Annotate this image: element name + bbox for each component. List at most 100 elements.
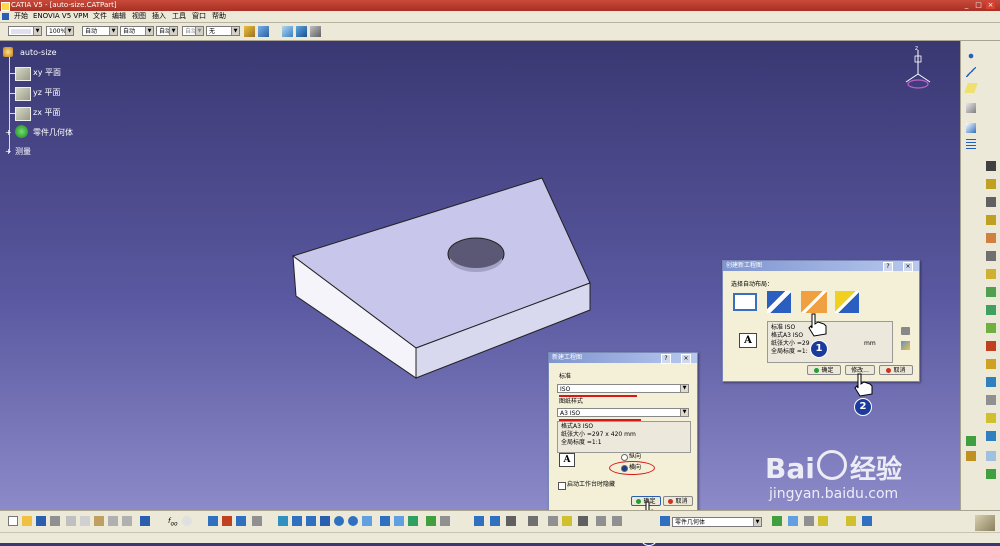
plane-icon[interactable] bbox=[296, 26, 307, 37]
help-button[interactable]: ? bbox=[883, 262, 893, 272]
comment-icon[interactable] bbox=[182, 516, 192, 526]
thickness-icon[interactable] bbox=[986, 341, 996, 351]
zoom-out-icon[interactable] bbox=[348, 516, 358, 526]
menu-window[interactable]: 窗口 bbox=[192, 11, 206, 22]
expand-icon[interactable]: + bbox=[5, 148, 12, 156]
pan-icon[interactable] bbox=[306, 516, 316, 526]
knowledge-inspector-icon[interactable] bbox=[846, 516, 856, 526]
color-combo[interactable]: ▼ bbox=[8, 26, 42, 36]
filter-combo[interactable]: 无 ▼ bbox=[206, 26, 240, 36]
swap-visible-icon[interactable] bbox=[440, 516, 450, 526]
menu-file[interactable]: 文件 bbox=[93, 11, 107, 22]
fillet-icon[interactable] bbox=[986, 269, 996, 279]
redo-icon[interactable] bbox=[122, 516, 132, 526]
format-painter-icon[interactable] bbox=[258, 26, 269, 37]
undo-icon[interactable] bbox=[108, 516, 118, 526]
shell-icon[interactable] bbox=[986, 323, 996, 333]
light-icon[interactable] bbox=[804, 516, 814, 526]
groove-icon[interactable] bbox=[986, 215, 996, 225]
print-icon[interactable] bbox=[50, 516, 60, 526]
paint-brush-icon[interactable] bbox=[244, 26, 255, 37]
cancel-button[interactable]: 取消 bbox=[663, 496, 693, 506]
ok-button[interactable]: 确定 bbox=[807, 365, 841, 375]
tree-item-measure[interactable]: 测量 bbox=[15, 147, 31, 157]
scaling-icon[interactable] bbox=[986, 413, 996, 423]
chamfer-icon[interactable] bbox=[986, 287, 996, 297]
render-icon[interactable] bbox=[772, 516, 782, 526]
thread-icon[interactable] bbox=[986, 359, 996, 369]
fly-mode-icon[interactable] bbox=[278, 516, 288, 526]
menu-tools[interactable]: 工具 bbox=[172, 11, 186, 22]
format-select[interactable]: A3 ISO ▼ bbox=[557, 408, 689, 417]
design-table-icon[interactable] bbox=[862, 516, 872, 526]
tree-root[interactable]: auto-size bbox=[20, 48, 57, 58]
save-icon[interactable] bbox=[36, 516, 46, 526]
tree-item-yz-plane[interactable]: yz 平面 bbox=[33, 88, 60, 98]
part-body-icon[interactable] bbox=[15, 125, 28, 138]
pad-icon[interactable] bbox=[986, 161, 996, 171]
define-work-object-icon[interactable] bbox=[596, 516, 606, 526]
fit-all-icon[interactable] bbox=[292, 516, 302, 526]
catalog-icon[interactable] bbox=[222, 516, 232, 526]
layout-empty-option[interactable] bbox=[733, 293, 757, 311]
open-icon[interactable] bbox=[22, 516, 32, 526]
multi-view-icon[interactable] bbox=[380, 516, 390, 526]
plane-yz-icon[interactable] bbox=[15, 87, 31, 101]
pattern-icon[interactable] bbox=[986, 395, 996, 405]
lineweight-combo[interactable]: 自动 ▼ bbox=[120, 26, 154, 36]
pointtype-combo[interactable]: 自动 ▼ bbox=[156, 26, 178, 36]
expand-icon[interactable]: + bbox=[5, 129, 12, 137]
menu-enovia[interactable]: ENOVIA V5 VPM bbox=[33, 11, 88, 22]
measure-icon[interactable] bbox=[966, 436, 976, 446]
hole-icon[interactable] bbox=[986, 233, 996, 243]
menu-view[interactable]: 视图 bbox=[132, 11, 146, 22]
pocket-icon[interactable] bbox=[986, 179, 996, 189]
plane-icon[interactable] bbox=[964, 83, 978, 93]
menu-start[interactable]: 开始 bbox=[14, 11, 28, 22]
help-button[interactable]: ? bbox=[661, 354, 671, 364]
dialog-close-button[interactable]: × bbox=[681, 354, 691, 364]
body-icon[interactable] bbox=[660, 516, 670, 526]
sketch-icon[interactable] bbox=[282, 26, 293, 37]
table-icon[interactable] bbox=[208, 516, 218, 526]
measure-item-icon[interactable] bbox=[490, 516, 500, 526]
tools-icon[interactable] bbox=[310, 26, 321, 37]
shaft-icon[interactable] bbox=[986, 197, 996, 207]
iso-view-icon[interactable] bbox=[394, 516, 404, 526]
normal-view-icon[interactable] bbox=[362, 516, 372, 526]
sketch-icon[interactable] bbox=[966, 103, 976, 113]
zoom-in-icon[interactable] bbox=[334, 516, 344, 526]
cancel-button[interactable]: 取消 bbox=[879, 365, 913, 375]
linetype-combo[interactable]: 自动 ▼ bbox=[82, 26, 118, 36]
part-root-icon[interactable] bbox=[3, 47, 13, 57]
paste-icon[interactable] bbox=[94, 516, 104, 526]
close-button[interactable]: × bbox=[986, 1, 995, 9]
settings-icon[interactable] bbox=[901, 341, 910, 350]
layout-front-bottom-icon[interactable] bbox=[801, 291, 827, 313]
menu-insert[interactable]: 插入 bbox=[152, 11, 166, 22]
menu-help[interactable]: 帮助 bbox=[212, 11, 226, 22]
analysis-icon[interactable] bbox=[966, 451, 976, 461]
shading-icon[interactable] bbox=[408, 516, 418, 526]
select-icon[interactable] bbox=[966, 123, 976, 133]
color-icon[interactable] bbox=[986, 469, 996, 479]
menu-edit[interactable]: 编辑 bbox=[112, 11, 126, 22]
tree-item-part-body[interactable]: 零件几何体 bbox=[33, 128, 73, 138]
apply-material-icon[interactable] bbox=[986, 451, 996, 461]
speaker-icon[interactable] bbox=[901, 327, 910, 335]
rib-icon[interactable] bbox=[986, 251, 996, 261]
tree-item-zx-plane[interactable]: zx 平面 bbox=[33, 108, 60, 118]
minimize-button[interactable]: _ bbox=[962, 1, 971, 9]
layout-all-views-icon[interactable] bbox=[767, 291, 791, 313]
whats-this-icon[interactable] bbox=[140, 516, 150, 526]
maximize-button[interactable]: □ bbox=[974, 1, 983, 9]
copy-icon[interactable] bbox=[80, 516, 90, 526]
measure-between-icon[interactable] bbox=[474, 516, 484, 526]
line-icon[interactable] bbox=[966, 67, 976, 77]
transform-icon[interactable] bbox=[578, 516, 588, 526]
sketch-tools-icon[interactable] bbox=[528, 516, 538, 526]
layer-combo[interactable]: 自动 ▼ bbox=[182, 26, 204, 36]
body-select[interactable]: 零件几何体 ▼ bbox=[672, 517, 762, 527]
tree-item-xy-plane[interactable]: xy 平面 bbox=[33, 68, 61, 78]
rotate-icon[interactable] bbox=[320, 516, 330, 526]
